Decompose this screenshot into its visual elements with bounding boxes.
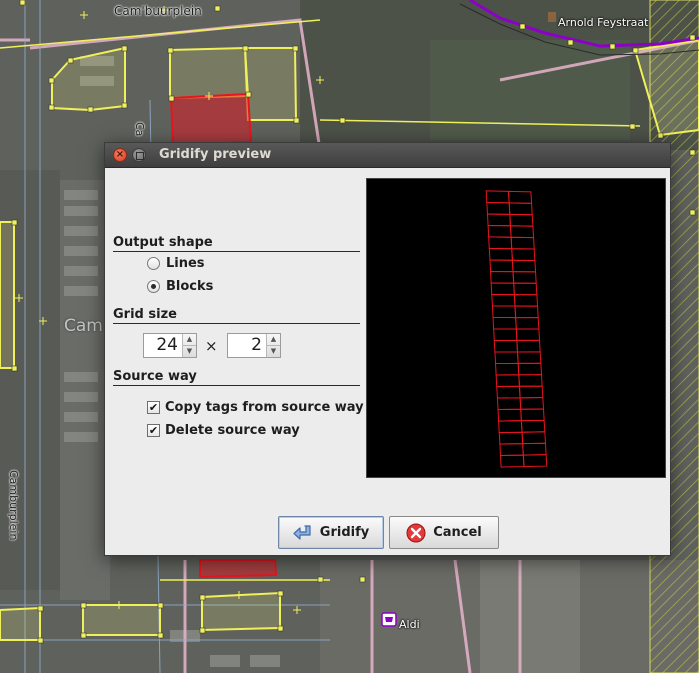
output-shape-heading: Output shape (113, 235, 360, 252)
radio-lines-label[interactable]: Lines (166, 256, 205, 271)
grid-rows-value[interactable]: 24 (144, 334, 182, 357)
copy-tags-option[interactable]: ✔ Copy tags from source way (147, 398, 364, 416)
grid-preview-block (493, 339, 519, 353)
radio-lines[interactable] (147, 256, 160, 270)
grid-preview-block (497, 408, 522, 422)
grid-preview-block (498, 431, 524, 445)
delete-source-checkbox[interactable]: ✔ (147, 423, 160, 437)
grid-preview-block (489, 259, 514, 273)
gridify-button[interactable]: Gridify (278, 516, 384, 549)
apply-arrow-icon (293, 524, 311, 540)
grid-preview-block (492, 316, 517, 330)
grid-preview-block (512, 271, 537, 284)
source-way-heading: Source way (113, 369, 360, 386)
grid-cols-arrows: ▲ ▼ (266, 334, 280, 357)
cols-decrement-icon[interactable]: ▼ (267, 345, 280, 357)
grid-preview-block (493, 328, 518, 342)
grid-preview-canvas (366, 178, 666, 478)
cancel-icon (406, 523, 426, 542)
grid-preview-block (508, 202, 533, 216)
radio-lines-option[interactable]: Lines (147, 254, 205, 272)
grid-preview-block (486, 201, 511, 215)
map-label-camburplein-street: Camburplein (7, 470, 20, 541)
gridify-button-label[interactable]: Gridify (320, 525, 369, 540)
grid-size-heading: Grid size (113, 307, 360, 324)
grid-preview-block (516, 351, 542, 364)
radio-blocks[interactable] (147, 279, 160, 293)
grid-preview-block (520, 408, 545, 422)
rows-increment-icon[interactable]: ▲ (183, 334, 196, 345)
close-icon[interactable]: × (113, 148, 127, 162)
grid-preview-block (486, 213, 511, 227)
grid-preview-block (518, 374, 543, 387)
grid-preview-block (519, 397, 545, 410)
radio-blocks-option[interactable]: Blocks (147, 277, 213, 295)
delete-source-option[interactable]: ✔ Delete source way (147, 421, 300, 439)
grid-preview-block (511, 259, 537, 273)
grid-preview-block (513, 282, 538, 296)
grid-preview-block (499, 443, 524, 457)
copy-tags-label[interactable]: Copy tags from source way (165, 400, 364, 415)
minimize-icon[interactable] (132, 148, 146, 162)
grid-preview-block (488, 236, 513, 250)
grid-preview-block (495, 362, 520, 376)
times-sign: × (205, 337, 218, 355)
copy-tags-checkbox[interactable]: ✔ (147, 400, 160, 414)
grid-preview-block (485, 190, 510, 204)
cols-increment-icon[interactable]: ▲ (267, 334, 280, 345)
grid-preview-block (513, 294, 539, 307)
grid-preview-block (521, 431, 547, 445)
dialog-title: Gridify preview (159, 147, 272, 162)
grid-preview-block (494, 351, 519, 365)
grid-preview-block (487, 224, 512, 238)
grid-preview-block (496, 397, 522, 411)
rows-decrement-icon[interactable]: ▼ (183, 345, 196, 357)
dialog-titlebar[interactable]: × Gridify preview (105, 143, 670, 168)
map-label-aldi: Aldi (399, 618, 420, 631)
map-label-ca: Ca (133, 122, 146, 137)
grid-preview-block (509, 213, 534, 227)
grid-rows-arrows: ▲ ▼ (182, 334, 196, 357)
grid-preview-block (491, 305, 517, 319)
grid-preview-block (498, 420, 523, 434)
grid-preview-block (522, 454, 548, 468)
map-label-arnold-feystraat: Arnold Feystraat (558, 16, 649, 29)
grid-preview-block (509, 225, 535, 239)
grid-preview-block (522, 442, 547, 456)
grid-preview-block (520, 419, 546, 433)
grid-preview-block (510, 236, 535, 250)
grid-preview-block (491, 294, 516, 307)
grid-preview-block (516, 339, 541, 353)
grid-preview-block (515, 328, 541, 341)
grid-preview-block (499, 454, 525, 468)
grid-preview-block (518, 385, 544, 399)
map-label-camburplein-area: Cam (64, 316, 103, 336)
grid-preview-block (515, 317, 540, 330)
map-label-camburplein-top: Cam'buurplein (114, 4, 202, 18)
grid-preview-block (495, 374, 521, 388)
grid-preview-block (488, 247, 513, 261)
grid-preview-block (496, 385, 521, 399)
radio-blocks-label[interactable]: Blocks (166, 279, 213, 294)
grid-rows-spinner[interactable]: 24 ▲ ▼ (143, 333, 197, 358)
cancel-button-label[interactable]: Cancel (433, 525, 482, 540)
gridify-preview-dialog: × Gridify preview Output shape Lines Blo… (104, 142, 671, 556)
grid-preview-block (517, 362, 543, 376)
grid-preview-block (514, 305, 539, 319)
delete-source-label[interactable]: Delete source way (165, 423, 300, 438)
grid-preview-block (490, 270, 515, 284)
grid-cols-spinner[interactable]: 2 ▲ ▼ (227, 333, 281, 358)
grid-cols-value[interactable]: 2 (228, 334, 266, 357)
cancel-button[interactable]: Cancel (389, 516, 499, 549)
grid-preview-block (490, 282, 515, 296)
grid-preview-block (508, 190, 533, 204)
grid-preview-block (511, 248, 536, 261)
